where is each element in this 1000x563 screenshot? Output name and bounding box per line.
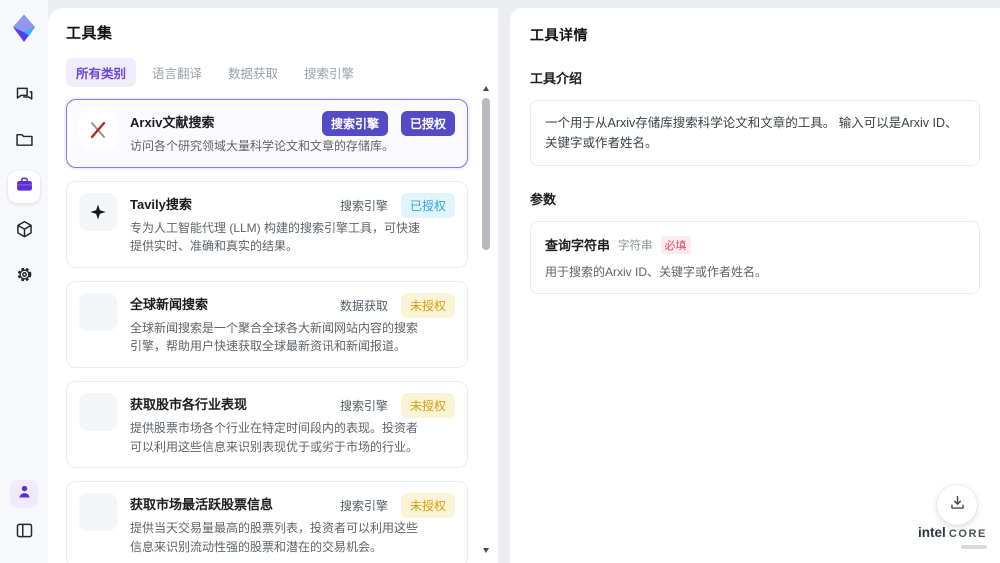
parameter-name: 查询字符串 xyxy=(545,238,611,253)
tool-status-badge: 未授权 xyxy=(400,392,455,418)
sparkle-icon xyxy=(88,202,108,222)
sidebar-nav xyxy=(8,81,40,293)
sidebar-item-chat[interactable] xyxy=(8,81,40,113)
sidebar-item-files[interactable] xyxy=(8,126,40,158)
tool-status-badge: 已授权 xyxy=(400,192,455,218)
tool-icon xyxy=(79,493,117,532)
tool-badges: 搜索引擎 已授权 xyxy=(339,192,455,218)
tool-card[interactable]: Arxiv文献搜索 访问各个研究领域大量科学论文和文章的存储库。 搜索引擎 已授… xyxy=(66,99,468,168)
briefcase-icon xyxy=(14,174,35,200)
tool-category-badge: 数据获取 xyxy=(339,298,388,313)
download-button[interactable] xyxy=(937,485,977,525)
tool-description: 提供股票市场各个行业在特定时间段内的表现。投资者可以利用这些信息来识别表现优于或… xyxy=(130,420,419,454)
tool-description: 提供当天交易量最高的股票列表，投资者可以利用这些信息来识别流动性强的股票和潜在的… xyxy=(130,521,419,554)
tab-language-translation[interactable]: 语言翻译 xyxy=(142,58,212,87)
parameter-description: 用于搜索的Arxiv ID、关键字或作者姓名。 xyxy=(545,265,768,279)
parameter-required-badge: 必填 xyxy=(660,235,691,254)
sidebar-item-toggle-panel[interactable] xyxy=(8,517,40,549)
tool-badges: 搜索引擎 未授权 xyxy=(339,493,455,519)
panels-icon xyxy=(14,520,35,546)
parameter-type: 字符串 xyxy=(618,239,653,252)
category-tabs: 所有类别 语言翻译 数据获取 搜索引擎 xyxy=(66,58,482,87)
scrollbar[interactable] xyxy=(481,84,491,555)
tool-icon xyxy=(79,392,117,431)
tool-badges: 搜索引擎 已授权 xyxy=(321,111,455,136)
tool-card[interactable]: 获取股市各行业表现 提供股票市场各个行业在特定时间段内的表现。投资者可以利用这些… xyxy=(66,380,468,469)
tab-search-engine[interactable]: 搜索引擎 xyxy=(294,58,364,87)
tool-icon xyxy=(79,292,117,331)
intro-section-title: 工具介绍 xyxy=(530,71,583,86)
tool-description: 访问各个研究领域大量科学论文和文章的存储库。 xyxy=(130,139,395,153)
scroll-up-arrow[interactable] xyxy=(483,86,489,91)
user-icon xyxy=(15,482,34,506)
tool-status-badge: 未授权 xyxy=(400,493,455,519)
tool-description: 全球新闻搜索是一个聚合全球各大新闻网站内容的搜索引擎，帮助用户快速获取全球最新资… xyxy=(130,320,419,354)
parameter-card: 查询字符串 字符串 必填 用于搜索的Arxiv ID、关键字或作者姓名。 xyxy=(530,221,980,294)
page-title: 工具集 xyxy=(66,25,113,42)
tool-card[interactable]: 获取市场最活跃股票信息 提供当天交易量最高的股票列表，投资者可以利用这些信息来识… xyxy=(66,481,468,563)
tool-icon xyxy=(79,192,117,231)
sidebar-item-profile[interactable] xyxy=(10,480,38,508)
tool-badges: 搜索引擎 未授权 xyxy=(339,392,455,418)
tool-intro-text: 一个用于从Arxiv存储库搜索科学论文和文章的工具。 输入可以是Arxiv ID… xyxy=(530,100,980,166)
tool-card[interactable]: 全球新闻搜索 全球新闻搜索是一个聚合全球各大新闻网站内容的搜索引擎，帮助用户快速… xyxy=(66,280,468,368)
intel-core-logo: intel CORE xyxy=(918,524,987,549)
tool-category-badge: 搜索引擎 xyxy=(321,111,388,136)
logo-underline xyxy=(961,545,987,549)
tool-description: 专为人工智能代理 (LLM) 构建的搜索引擎工具，可快速提供实时、准确和真实的结… xyxy=(130,220,421,254)
sidebar-item-tools[interactable] xyxy=(8,171,40,203)
sidebar-item-settings[interactable] xyxy=(8,261,40,293)
parameter-header: 查询字符串 字符串 必填 xyxy=(545,235,965,254)
tool-icon xyxy=(79,111,117,149)
core-logo-text: CORE xyxy=(948,528,987,541)
tool-card[interactable]: Tavily搜索 专为人工智能代理 (LLM) 构建的搜索引擎工具，可快速提供实… xyxy=(66,180,468,268)
tool-category-badge: 搜索引擎 xyxy=(339,198,388,213)
tool-collection-panel: 工具集 所有类别 语言翻译 数据获取 搜索引擎 Arxiv文献搜索 访问各个研究… xyxy=(48,8,498,563)
tool-category-badge: 搜索引擎 xyxy=(339,398,388,413)
tool-category-badge: 搜索引擎 xyxy=(339,499,388,514)
tool-list: Arxiv文献搜索 访问各个研究领域大量科学论文和文章的存储库。 搜索引擎 已授… xyxy=(66,99,482,563)
app-sidebar xyxy=(0,0,48,563)
tool-status-badge: 未授权 xyxy=(400,292,455,318)
gear-icon xyxy=(14,264,35,290)
download-icon xyxy=(948,493,967,517)
tool-badges: 数据获取 未授权 xyxy=(339,292,455,318)
chat-icon xyxy=(14,84,35,110)
detail-panel-title: 工具详情 xyxy=(530,27,588,43)
scroll-down-arrow[interactable] xyxy=(483,548,489,553)
tab-data-fetching[interactable]: 数据获取 xyxy=(218,58,288,87)
scrollbar-thumb[interactable] xyxy=(482,98,490,250)
intel-logo-text: intel xyxy=(918,525,946,541)
sidebar-item-models[interactable] xyxy=(8,216,40,248)
sidebar-bottom xyxy=(8,480,40,549)
folder-icon xyxy=(14,129,35,155)
cube-icon xyxy=(14,219,35,245)
tool-status-badge: 已授权 xyxy=(400,111,455,136)
tab-all-categories[interactable]: 所有类别 xyxy=(66,58,137,87)
params-section-title: 参数 xyxy=(530,192,557,207)
app-logo xyxy=(9,13,39,43)
arxiv-logo-icon xyxy=(87,119,109,141)
tool-detail-panel: 工具详情 工具介绍 一个用于从Arxiv存储库搜索科学论文和文章的工具。 输入可… xyxy=(510,8,1000,563)
